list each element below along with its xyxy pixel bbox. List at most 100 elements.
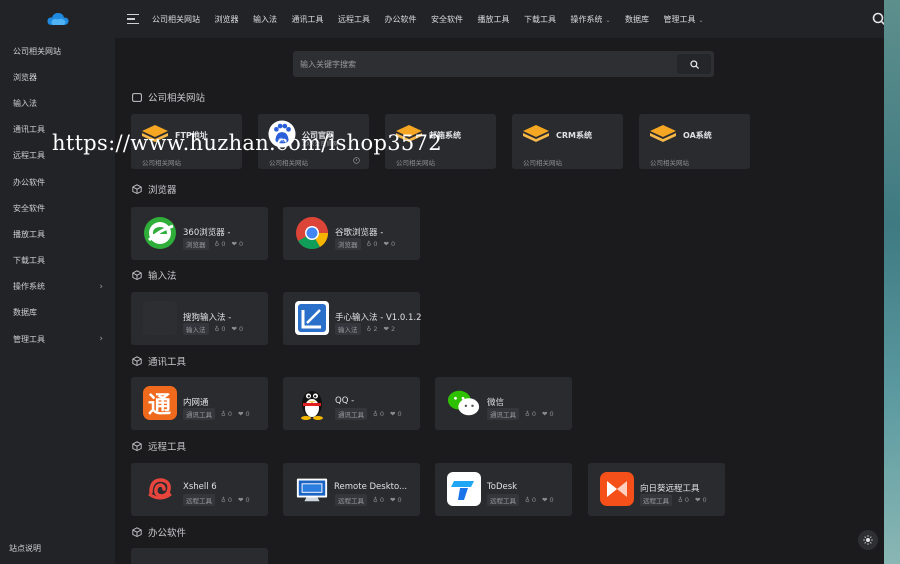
category-tag[interactable]: 输入法 [183,323,209,335]
cube-icon [132,527,142,537]
category-tag[interactable]: 输入法 [335,323,361,335]
app-card-sogou-ime[interactable]: 搜狗输入法 - 输入法 ♁ 0 ❤ 0 [131,292,268,345]
thumb-up-icon: ♁ [525,496,530,504]
cube-icon [132,270,142,280]
nav-item-comm-tools[interactable]: 通讯工具 [292,14,324,25]
like-count: ♁ 0 [525,410,536,418]
favorite-count: ❤ 0 [237,496,250,504]
qq-penguin-icon [295,386,329,420]
nav-item-downloaders[interactable]: 下载工具 [524,14,556,25]
app-card-360-browser[interactable]: 360浏览器 - 浏览器 ♁ 0 ❤ 0 [131,207,268,260]
sidebar-item-office[interactable]: 办公软件 [0,169,115,195]
app-card-qq[interactable]: QQ - 通讯工具 ♁ 0 ❤ 0 [283,377,420,430]
nav-item-ime[interactable]: 输入法 [253,14,277,25]
app-card-chrome[interactable]: 谷歌浏览器 - 浏览器 ♁ 0 ❤ 0 [283,207,420,260]
nav-item-players[interactable]: 播放工具 [478,14,510,25]
todesk-icon [447,472,481,506]
sidebar-item-security[interactable]: 安全软件 [0,195,115,221]
site-card-crm[interactable]: CRM系统 公司相关网站 [512,114,623,169]
category-tag[interactable]: 通讯工具 [183,408,215,420]
favorite-count: ❤ 2 [383,325,396,333]
category-tag[interactable]: 远程工具 [335,494,367,506]
like-count: ♁ 0 [373,410,384,418]
search-bar [293,51,714,77]
app-card-remote-desktop[interactable]: Remote Deskto... 远程工具 ♁ 0 ❤ 0 [283,463,420,516]
nav-item-os[interactable]: 操作系统 ⌄ [571,14,611,25]
category-tag[interactable]: 通讯工具 [487,408,519,420]
favorite-count: ❤ 0 [694,496,707,504]
category-tag[interactable]: 远程工具 [640,494,672,506]
sidebar-item-company-sites[interactable]: 公司相关网站 [0,38,115,64]
sidebar-item-label: 通讯工具 [13,125,45,135]
heart-icon: ❤ [694,496,701,504]
heart-icon: ❤ [231,325,237,333]
nav-item-security[interactable]: 安全软件 [431,14,463,25]
sidebar-item-label: 播放工具 [13,229,45,239]
heart-icon: ❤ [541,410,548,418]
sidebar-item-admin-tools[interactable]: 管理工具 › [0,326,115,352]
app-card-office-partial[interactable] [131,548,268,564]
cube-icon [132,184,142,194]
category-tag[interactable]: 通讯工具 [335,408,367,420]
svg-text:通: 通 [148,392,171,418]
chevron-right-icon: › [99,281,103,292]
sidebar-item-browser[interactable]: 浏览器 [0,64,115,90]
like-count: ♁ 0 [214,240,226,248]
thumb-up-icon: ♁ [366,325,372,333]
box-icon [522,120,550,148]
sidebar-item-label: 管理工具 [13,334,45,344]
info-icon [353,157,360,164]
nav-item-admin-tools[interactable]: 管理工具 ⌄ [664,14,704,25]
heart-icon: ❤ [541,496,548,504]
sidebar-item-os[interactable]: 操作系统 › [0,274,115,300]
nav-item-company-sites[interactable]: 公司相关网站 [152,14,200,25]
like-count: ♁ 0 [373,496,384,504]
heart-icon: ❤ [389,410,396,418]
sidebar-item-database[interactable]: 数据库 [0,300,115,326]
search-input[interactable] [293,59,677,69]
app-card-shouxin-ime[interactable]: 手心输入法 - V1.0.1.2 输入法 ♁ 2 ❤ 2 [283,292,422,345]
thumb-up-icon: ♁ [366,240,372,248]
top-nav-bar: 公司相关网站 浏览器 输入法 通讯工具 远程工具 办公软件 安全软件 播放工具 … [115,0,900,38]
like-count: ♁ 0 [678,496,689,504]
menu-toggle-icon[interactable] [127,13,139,25]
section-title-company: 公司相关网站 [132,90,205,104]
category-tag[interactable]: 远程工具 [183,494,215,506]
like-count: ♁ 0 [366,240,378,248]
app-card-wechat[interactable]: 微信 通讯工具 ♁ 0 ❤ 0 [435,377,572,430]
category-tag[interactable]: 浏览器 [335,238,361,250]
favorite-count: ❤ 0 [389,410,402,418]
sidebar-item-ime[interactable]: 输入法 [0,90,115,116]
theme-toggle-button[interactable] [858,530,878,550]
chevron-down-icon: ⌄ [698,16,704,24]
neiwangtong-icon: 通 [143,386,177,420]
site-info-link[interactable]: 站点说明 [9,543,41,554]
section-title-office: 办公软件 [132,525,186,539]
chevron-down-icon: ⌄ [605,16,611,24]
nav-item-database[interactable]: 数据库 [625,14,649,25]
category-tag[interactable]: 浏览器 [183,238,209,250]
background-edge [884,0,900,564]
nav-item-office[interactable]: 办公软件 [385,14,417,25]
category-tag[interactable]: 远程工具 [487,494,519,506]
search-submit-button[interactable] [677,54,711,74]
site-logo[interactable] [0,0,115,38]
sidebar-item-downloaders[interactable]: 下载工具 [0,248,115,274]
app-card-sunlogin[interactable]: 向日葵远程工具 远程工具 ♁ 0 ❤ 0 [588,463,725,516]
heart-icon: ❤ [389,496,396,504]
search-icon [689,59,699,69]
wechat-icon [447,386,481,420]
favorite-count: ❤ 0 [541,496,554,504]
thumb-up-icon: ♁ [214,240,220,248]
site-card-oa[interactable]: OA系统 公司相关网站 [639,114,750,169]
app-card-neiwangtong[interactable]: 通 内网通 通讯工具 ♁ 0 ❤ 0 [131,377,268,430]
app-card-todesk[interactable]: ToDesk 远程工具 ♁ 0 ❤ 0 [435,463,572,516]
sidebar-item-players[interactable]: 播放工具 [0,221,115,247]
heart-icon: ❤ [237,410,244,418]
app-card-xshell[interactable]: Xshell 6 远程工具 ♁ 0 ❤ 0 [131,463,268,516]
chrome-icon [295,216,329,250]
sidebar-item-label: 安全软件 [13,203,45,213]
nav-item-browser[interactable]: 浏览器 [215,14,239,25]
nav-item-remote-tools[interactable]: 远程工具 [338,14,370,25]
sunlogin-icon [600,472,634,506]
